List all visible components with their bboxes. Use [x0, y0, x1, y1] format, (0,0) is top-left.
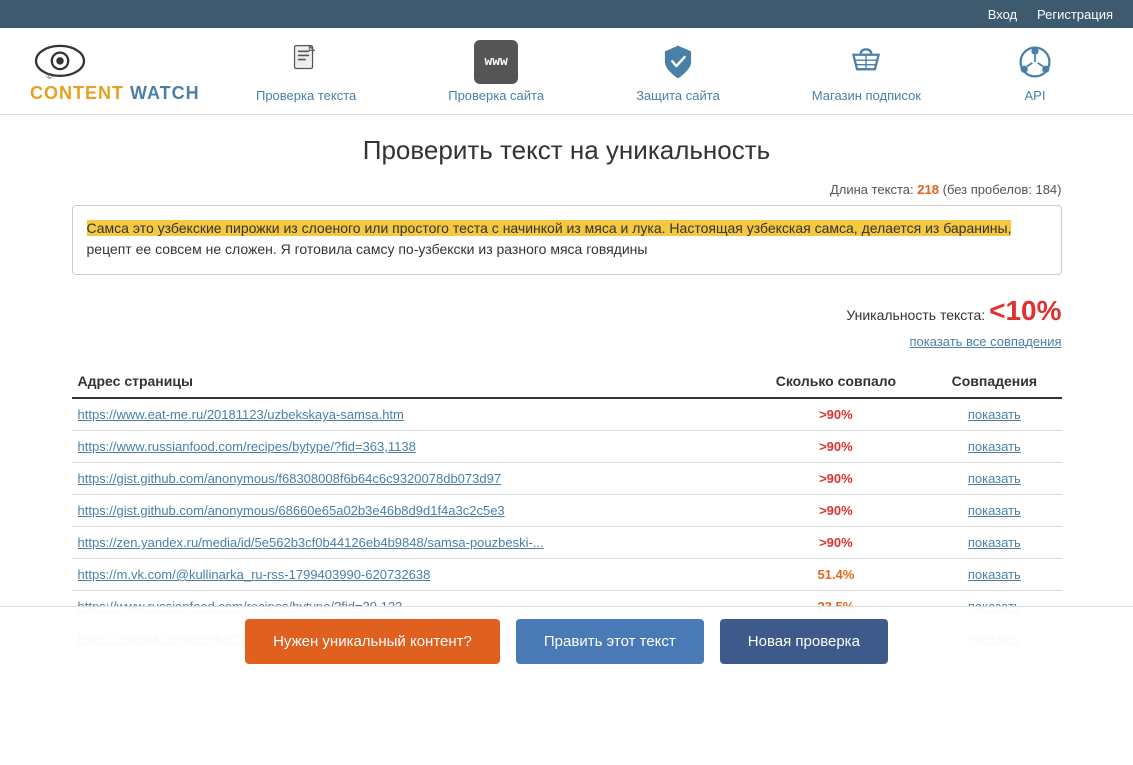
logo-icon: © [30, 38, 90, 83]
logo: © CONTENT WATCH [30, 38, 210, 104]
table-cell-url: https://zen.yandex.ru/media/id/5e562b3cf… [72, 527, 745, 559]
table-cell-show: показать [927, 398, 1061, 431]
table-cell-url: https://www.russianfood.com/recipes/byty… [72, 431, 745, 463]
show-all-link[interactable]: показать все совпадения [909, 334, 1061, 349]
url-link[interactable]: https://gist.github.com/anonymous/68660e… [78, 503, 505, 518]
show-match-link[interactable]: показать [968, 407, 1021, 422]
nav-check-text[interactable]: Проверка текста [256, 40, 356, 103]
nav-check-site-label: Проверка сайта [448, 88, 544, 103]
nav-shop-label: Магазин подписок [812, 88, 921, 103]
nav-check-text-label: Проверка текста [256, 88, 356, 103]
page-title: Проверить текст на уникальность [72, 135, 1062, 166]
uniqueness-section: Уникальность текста: <10% [72, 295, 1062, 327]
nav-api-label: API [1025, 88, 1046, 103]
table-cell-show: показать [927, 559, 1061, 591]
show-all-matches: показать все совпадения [72, 333, 1062, 349]
nav-protect-site-label: Защита сайта [636, 88, 720, 103]
login-link[interactable]: Вход [988, 7, 1017, 22]
text-display: Самса это узбекские пирожки из слоеного … [72, 205, 1062, 275]
uniqueness-value: <10% [989, 295, 1061, 326]
register-link[interactable]: Регистрация [1037, 7, 1113, 22]
bottom-buttons: Нужен уникальный контент? Править этот т… [0, 606, 1133, 676]
table-row: https://gist.github.com/anonymous/68660e… [72, 495, 1062, 527]
table-cell-url: https://gist.github.com/anonymous/f68308… [72, 463, 745, 495]
doc-icon [284, 40, 328, 84]
nav-check-site[interactable]: www Проверка сайта [448, 40, 544, 103]
table-row: https://m.vk.com/@kullinarka_ru-rss-1799… [72, 559, 1062, 591]
www-icon: www [474, 40, 518, 84]
url-link[interactable]: https://www.eat-me.ru/20181123/uzbekskay… [78, 407, 404, 422]
show-match-link[interactable]: показать [968, 471, 1021, 486]
svg-text:©: © [47, 72, 53, 81]
table-cell-match: >90% [745, 527, 928, 559]
text-length-info: Длина текста: 218 (без пробелов: 184) [72, 182, 1062, 197]
show-match-link[interactable]: показать [968, 503, 1021, 518]
edit-text-button[interactable]: Править этот текст [516, 619, 704, 664]
col-url-header: Адрес страницы [72, 365, 745, 398]
table-cell-match: 51.4% [745, 559, 928, 591]
col-match-header: Сколько совпало [745, 365, 928, 398]
nav-shop[interactable]: Магазин подписок [812, 40, 921, 103]
table-cell-url: https://www.eat-me.ru/20181123/uzbekskay… [72, 398, 745, 431]
table-cell-match: >90% [745, 495, 928, 527]
table-cell-show: показать [927, 463, 1061, 495]
uniqueness-label: Уникальность текста: [846, 307, 985, 323]
table-cell-show: показать [927, 431, 1061, 463]
table-header-row: Адрес страницы Сколько совпало Совпадени… [72, 365, 1062, 398]
url-link[interactable]: https://zen.yandex.ru/media/id/5e562b3cf… [78, 535, 544, 550]
table-cell-url: https://m.vk.com/@kullinarka_ru-rss-1799… [72, 559, 745, 591]
new-check-button[interactable]: Новая проверка [720, 619, 888, 664]
url-link[interactable]: https://gist.github.com/anonymous/f68308… [78, 471, 502, 486]
header: © CONTENT WATCH Проверка текста [0, 28, 1133, 115]
show-match-link[interactable]: показать [968, 439, 1021, 454]
table-cell-url: https://gist.github.com/anonymous/68660e… [72, 495, 745, 527]
table-row: https://www.eat-me.ru/20181123/uzbekskay… [72, 398, 1062, 431]
url-link[interactable]: https://www.russianfood.com/recipes/byty… [78, 439, 416, 454]
nav-api[interactable]: API [1013, 40, 1057, 103]
table-cell-match: >90% [745, 463, 928, 495]
table-row: https://gist.github.com/anonymous/f68308… [72, 463, 1062, 495]
col-show-header: Совпадения [927, 365, 1061, 398]
table-cell-show: показать [927, 495, 1061, 527]
show-match-link[interactable]: показать [968, 567, 1021, 582]
nav-protect-site[interactable]: Защита сайта [636, 40, 720, 103]
table-cell-match: >90% [745, 431, 928, 463]
top-bar: Вход Регистрация [0, 0, 1133, 28]
table-row: https://www.russianfood.com/recipes/byty… [72, 431, 1062, 463]
table-cell-show: показать [927, 527, 1061, 559]
unique-content-button[interactable]: Нужен уникальный контент? [245, 619, 500, 664]
table-row: https://zen.yandex.ru/media/id/5e562b3cf… [72, 527, 1062, 559]
shield-icon [656, 40, 700, 84]
main-nav: Проверка текста www Проверка сайта Защит… [210, 40, 1103, 103]
table-cell-match: >90% [745, 398, 928, 431]
show-match-link[interactable]: показать [968, 535, 1021, 550]
api-icon [1013, 40, 1057, 84]
basket-icon [844, 40, 888, 84]
logo-text: CONTENT WATCH [30, 83, 200, 104]
url-link[interactable]: https://m.vk.com/@kullinarka_ru-rss-1799… [78, 567, 431, 582]
